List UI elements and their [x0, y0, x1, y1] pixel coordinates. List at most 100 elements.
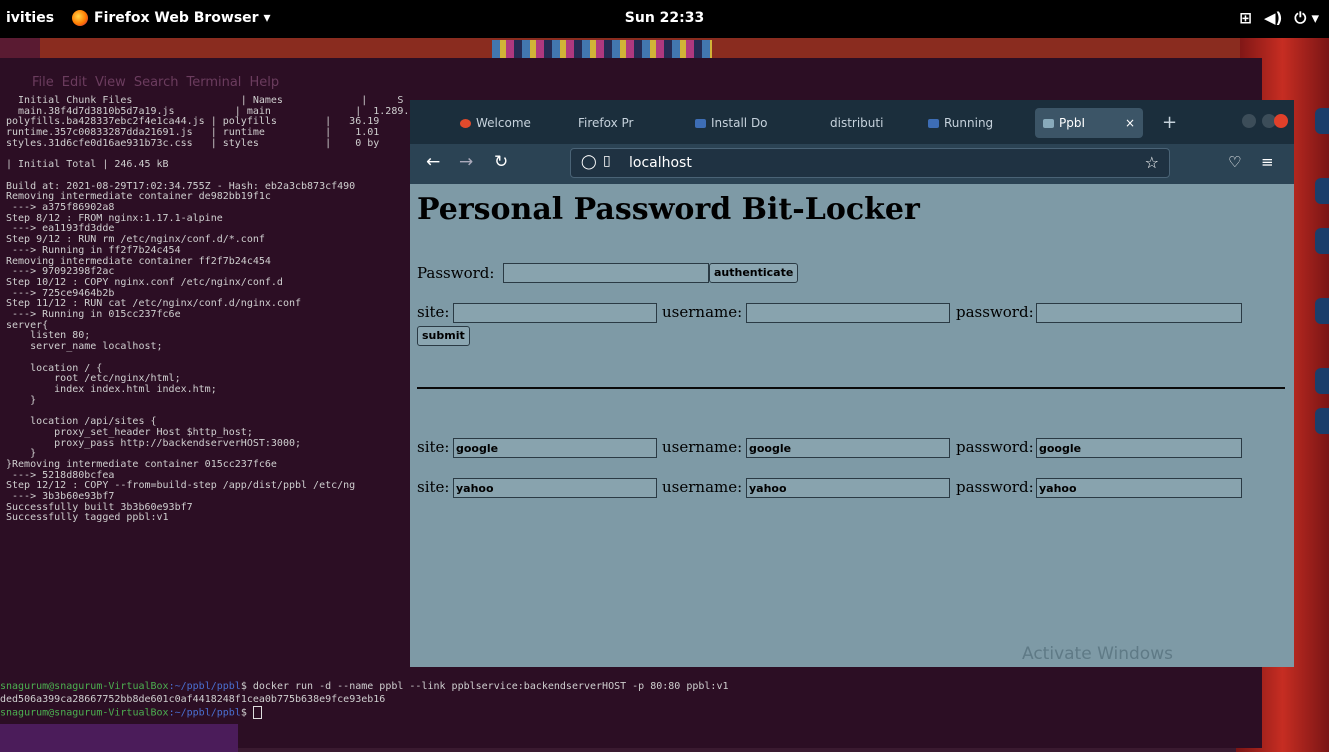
network-icon[interactable]: ⊞: [1239, 9, 1252, 27]
pocket-icon[interactable]: ♡: [1228, 153, 1241, 171]
entry-site-field[interactable]: google: [453, 438, 657, 458]
clock[interactable]: Sun 22:33: [625, 10, 704, 26]
menu-edit[interactable]: Edit: [62, 75, 87, 90]
terminal-line: }: [30, 448, 37, 460]
container-id: ded506a399ca28667752bb8de601c0af4418248f…: [0, 693, 386, 705]
site-label: site:: [417, 438, 450, 456]
password-input[interactable]: [1036, 303, 1242, 323]
username-label: username:: [662, 438, 743, 456]
tab-label: Running: [944, 116, 994, 130]
terminal-line: ---> a375f86902a8: [12, 202, 115, 214]
terminal-line: Step 9/12 : RUN rm /etc/nginx/conf.d/*.c…: [6, 234, 265, 246]
terminal-line: Step 10/12 : COPY nginx.conf /etc/nginx/…: [6, 276, 283, 288]
navigation-bar: ← → ↻ ◯ ▯ localhost ☆ ♡ ≡: [410, 144, 1294, 184]
app-menu[interactable]: Firefox Web Browser ▾: [72, 10, 270, 26]
terminal-line: Removing intermediate container ff2f7b24…: [6, 255, 271, 267]
docker-icon: [695, 118, 706, 128]
terminal-line: proxy_set_header Host $http_host;: [54, 426, 253, 438]
menu-view[interactable]: View: [95, 75, 126, 90]
terminal-line: ---> ea1193fd3dde: [12, 223, 115, 235]
minimize-button[interactable]: [1242, 114, 1256, 128]
prompt-path: :~/ppbl/ppbl: [168, 707, 241, 719]
desktop-icon[interactable]: [1315, 108, 1329, 134]
desktop-icon[interactable]: [1315, 228, 1329, 254]
terminal-line: proxy_pass http://backendserverHOST:3000…: [54, 437, 302, 449]
menu-terminal[interactable]: Terminal: [186, 75, 241, 90]
authenticate-button[interactable]: authenticate: [709, 263, 799, 283]
terminal-prompt[interactable]: snagurum@snagurum-VirtualBox :~/ppbl/ppbl…: [0, 681, 729, 721]
terminal-line: Step 8/12 : FROM nginx:1.17.1-alpine: [6, 212, 223, 224]
render-artifact: [492, 40, 712, 58]
terminal-line: Step 11/12 : RUN cat /etc/nginx/conf.d/n…: [6, 298, 302, 310]
menu-help[interactable]: Help: [249, 75, 279, 90]
tab-install-docker[interactable]: Install Do: [695, 116, 768, 130]
tab-welcome[interactable]: Welcome: [460, 116, 531, 130]
terminal-line: location /api/sites {: [30, 416, 157, 428]
terminal-line: | Initial Total | 246.45 kB: [6, 159, 169, 171]
terminal-line: ---> 3b3b60e93bf7: [12, 491, 115, 503]
master-password-input[interactable]: [503, 263, 709, 283]
shield-icon: ◯: [581, 154, 597, 170]
menu-file[interactable]: File: [32, 75, 54, 90]
angular-icon: [1043, 118, 1054, 128]
bookmark-star-icon[interactable]: ☆: [1145, 153, 1159, 172]
close-window-button[interactable]: [1274, 114, 1288, 128]
volume-icon[interactable]: ◀): [1264, 9, 1282, 27]
tab-running[interactable]: Running: [928, 116, 993, 130]
menu-search[interactable]: Search: [134, 75, 179, 90]
close-tab-icon[interactable]: ×: [1125, 116, 1135, 130]
tab-firefox-privacy[interactable]: Firefox Pr: [578, 116, 634, 130]
terminal-line: ---> 97092398f2ac: [12, 266, 115, 278]
tab-ppbl[interactable]: PpbI ×: [1035, 108, 1143, 138]
firefox-window[interactable]: Welcome Firefox Pr Install Do distributi…: [410, 100, 1294, 667]
desktop-icon[interactable]: [1315, 298, 1329, 324]
desktop-icon[interactable]: [1315, 408, 1329, 434]
submit-button[interactable]: submit: [417, 326, 470, 346]
prompt-symbol: $: [240, 707, 253, 719]
ubuntu-icon: [460, 118, 471, 128]
power-icon[interactable]: ⏻ ▾: [1294, 9, 1319, 27]
terminal-line: Initial Chunk Files | Names | S: [18, 95, 404, 106]
terminal-line: listen 80;: [30, 330, 91, 342]
entry-password-field[interactable]: yahoo: [1036, 478, 1242, 498]
new-tab-button[interactable]: +: [1162, 112, 1177, 133]
app-menu-label: Firefox Web Browser ▾: [94, 10, 271, 26]
hamburger-menu-icon[interactable]: ≡: [1261, 153, 1274, 171]
terminal-line: }: [30, 394, 37, 406]
terminal-line: server{: [6, 319, 49, 331]
desktop-icon[interactable]: [1315, 178, 1329, 204]
entry-password-field[interactable]: google: [1036, 438, 1242, 458]
divider: [417, 387, 1285, 389]
terminal-line: polyfills.ba428337ebc2f4e1ca44.js | poly…: [6, 116, 380, 128]
username-input[interactable]: [746, 303, 950, 323]
tab-distribution[interactable]: distributi: [830, 116, 883, 130]
activities-button[interactable]: ivities: [6, 10, 54, 26]
page-content: Personal Password Bit-Locker Password: a…: [410, 184, 1294, 667]
entry-username-field[interactable]: google: [746, 438, 950, 458]
password-field-label: password:: [956, 438, 1034, 456]
entry-site-field[interactable]: yahoo: [453, 478, 657, 498]
url-bar[interactable]: ◯ ▯ localhost ☆: [570, 148, 1170, 178]
terminal-line: location / {: [30, 362, 103, 374]
terminal-line: main.38f4d7d3810b5d7a19.js | main | 1.28…: [18, 105, 422, 117]
tab-label: Welcome: [476, 116, 531, 130]
prompt-user: snagurum@snagurum-VirtualBox: [0, 681, 169, 692]
page-title: Personal Password Bit-Locker: [417, 192, 920, 227]
reload-icon[interactable]: ↻: [494, 152, 508, 172]
entry-username-field[interactable]: yahoo: [746, 478, 950, 498]
terminal-line: ---> Running in 015cc237fc6e: [12, 309, 181, 321]
firefox-icon: [72, 10, 88, 26]
page-icon: ▯: [603, 153, 611, 169]
username-label: username:: [662, 478, 743, 496]
terminal-line: Build at: 2021-08-29T17:02:34.755Z - Has…: [6, 180, 356, 192]
back-icon[interactable]: ←: [426, 152, 440, 172]
terminal-line: Step 12/12 : COPY --from=build-step /app…: [6, 480, 356, 492]
forward-icon[interactable]: →: [459, 152, 473, 172]
terminal-line: server_name localhost;: [30, 341, 163, 353]
terminal-line: Successfully tagged ppbl:v1: [6, 512, 169, 524]
password-field-label: password:: [956, 303, 1034, 321]
desktop-icon[interactable]: [1315, 368, 1329, 394]
terminal-line: Removing intermediate container de982bb1…: [6, 191, 271, 203]
site-input[interactable]: [453, 303, 657, 323]
terminal-line: }Removing intermediate container 015cc23…: [6, 458, 277, 470]
